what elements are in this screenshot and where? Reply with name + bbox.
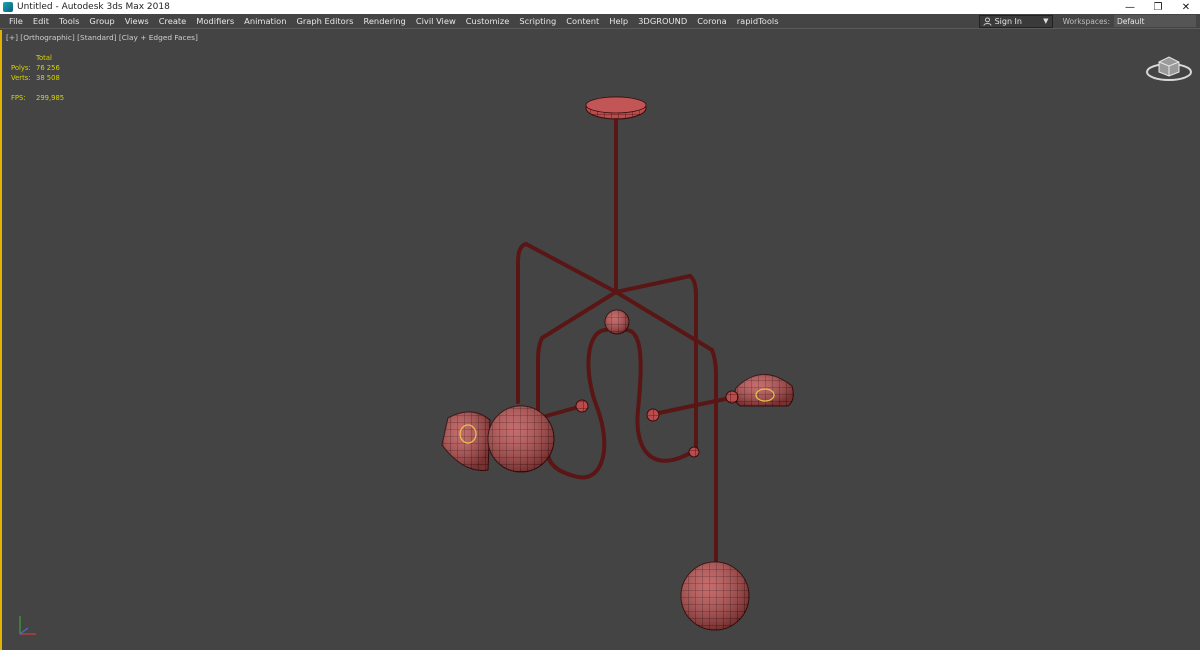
stats-header: Total — [36, 54, 52, 62]
menu-3dground[interactable]: 3DGROUND — [633, 14, 692, 29]
axis-gizmo-icon — [19, 616, 36, 635]
fps-label: FPS: — [11, 94, 26, 102]
window-controls: — ❐ ✕ — [1116, 0, 1200, 14]
polys-value: 76 256 — [36, 64, 60, 72]
workspace-select[interactable]: Default — [1114, 15, 1196, 27]
sign-in-dropdown[interactable]: Sign In ▼ — [978, 14, 1053, 28]
menu-modifiers[interactable]: Modifiers — [191, 14, 239, 29]
menu-corona[interactable]: Corona — [692, 14, 732, 29]
minimize-button[interactable]: — — [1116, 0, 1144, 14]
menu-graph-editors[interactable]: Graph Editors — [291, 14, 358, 29]
viewcube-icon[interactable] — [1145, 50, 1193, 82]
menu-group[interactable]: Group — [84, 14, 119, 29]
menu-help[interactable]: Help — [604, 14, 633, 29]
menu-tools[interactable]: Tools — [54, 14, 84, 29]
menu-file[interactable]: File — [4, 14, 28, 29]
menu-scripting[interactable]: Scripting — [514, 14, 561, 29]
fps-value: 299,985 — [36, 94, 65, 102]
workspaces-label: Workspaces: — [1062, 16, 1110, 26]
user-icon — [983, 16, 992, 26]
maximize-button[interactable]: ❐ — [1144, 0, 1172, 14]
menu-animation[interactable]: Animation — [239, 14, 291, 29]
menu-edit[interactable]: Edit — [28, 14, 54, 29]
chandelier-model[interactable] — [2, 30, 1200, 650]
menu-items: File Edit Tools Group Views Create Modif… — [0, 14, 979, 29]
chevron-down-icon: ▼ — [1043, 17, 1049, 25]
perspective-viewport[interactable]: [+] [Orthographic] [Standard] [Clay + Ed… — [0, 30, 1200, 650]
title-bar: Untitled - Autodesk 3ds Max 2018 — ❐ ✕ — [0, 0, 1200, 14]
menu-civil-view[interactable]: Civil View — [411, 14, 461, 29]
polys-label: Polys: — [11, 64, 31, 72]
menu-customize[interactable]: Customize — [461, 14, 515, 29]
menu-content[interactable]: Content — [561, 14, 604, 29]
sign-in-label: Sign In — [994, 16, 1022, 26]
app-icon — [3, 2, 13, 12]
menu-bar: File Edit Tools Group Views Create Modif… — [0, 14, 1200, 29]
verts-value: 38 508 — [36, 74, 60, 82]
verts-label: Verts: — [11, 74, 31, 82]
menu-create[interactable]: Create — [154, 14, 192, 29]
viewport-label[interactable]: [+] [Orthographic] [Standard] [Clay + Ed… — [6, 33, 198, 42]
menu-rendering[interactable]: Rendering — [358, 14, 410, 29]
menu-views[interactable]: Views — [120, 14, 154, 29]
statistics-overlay: Total Polys: 76 256 Verts: 38 508 FPS: 299,… — [11, 53, 64, 103]
menu-rapidtools[interactable]: rapidTools — [732, 14, 784, 29]
window-title: Untitled - Autodesk 3ds Max 2018 — [17, 2, 170, 12]
close-button[interactable]: ✕ — [1172, 0, 1200, 14]
